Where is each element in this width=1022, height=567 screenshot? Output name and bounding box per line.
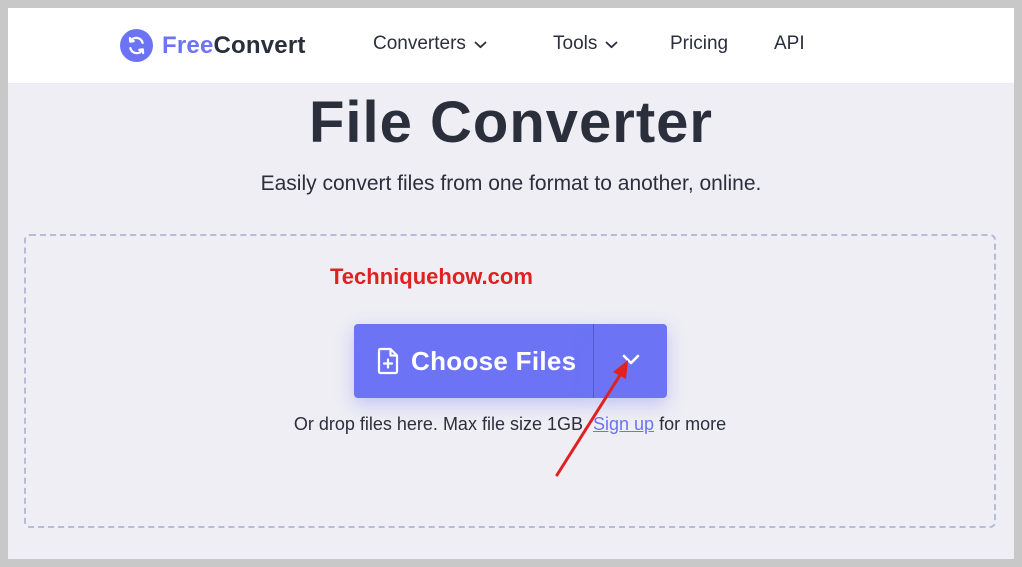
upload-hint-suffix: for more [659, 414, 727, 434]
screenshot-frame: FreeConvert Converters Tools Pricing API… [8, 8, 1014, 559]
upload-hint-text: Or drop files here. Max file size 1GB. [293, 414, 588, 434]
nav-converters-label: Converters [373, 33, 466, 54]
nav-pricing-label: Pricing [670, 33, 729, 54]
page-subtitle: Easily convert files from one format to … [260, 172, 762, 195]
nav-api[interactable]: API [774, 33, 805, 55]
main-content: File Converter Easily convert files from… [8, 84, 1014, 559]
brand-name: FreeConvert [162, 32, 306, 60]
chevron-down-icon [474, 41, 487, 49]
chevron-down-icon [605, 41, 618, 49]
nav-api-label: API [774, 33, 805, 54]
nav-tools-label: Tools [553, 33, 598, 54]
watermark-text: Techniquehow.com [330, 264, 533, 289]
brand-name-convert: Convert [213, 31, 306, 59]
brand-name-free: Free [162, 31, 214, 59]
sign-up-link[interactable]: Sign up [593, 414, 654, 434]
nav-converters[interactable]: Converters [373, 33, 487, 55]
upload-hint: Or drop files here. Max file size 1GB. S… [26, 414, 994, 435]
nav-pricing[interactable]: Pricing [670, 33, 728, 55]
file-plus-icon [377, 347, 399, 375]
chevron-down-icon [622, 354, 640, 365]
choose-files-button[interactable]: Choose Files [354, 324, 593, 398]
choose-files-label: Choose Files [411, 345, 577, 376]
file-dropzone[interactable]: Techniquehow.com Choose Files Or drop fi… [24, 234, 996, 528]
page-title: File Converter [309, 90, 713, 155]
upload-source-dropdown-button[interactable] [594, 324, 667, 398]
top-navbar: FreeConvert Converters Tools Pricing API [8, 8, 1014, 84]
brand-logo[interactable]: FreeConvert [120, 29, 306, 62]
refresh-circle-icon [120, 29, 153, 62]
nav-tools[interactable]: Tools [553, 33, 618, 55]
